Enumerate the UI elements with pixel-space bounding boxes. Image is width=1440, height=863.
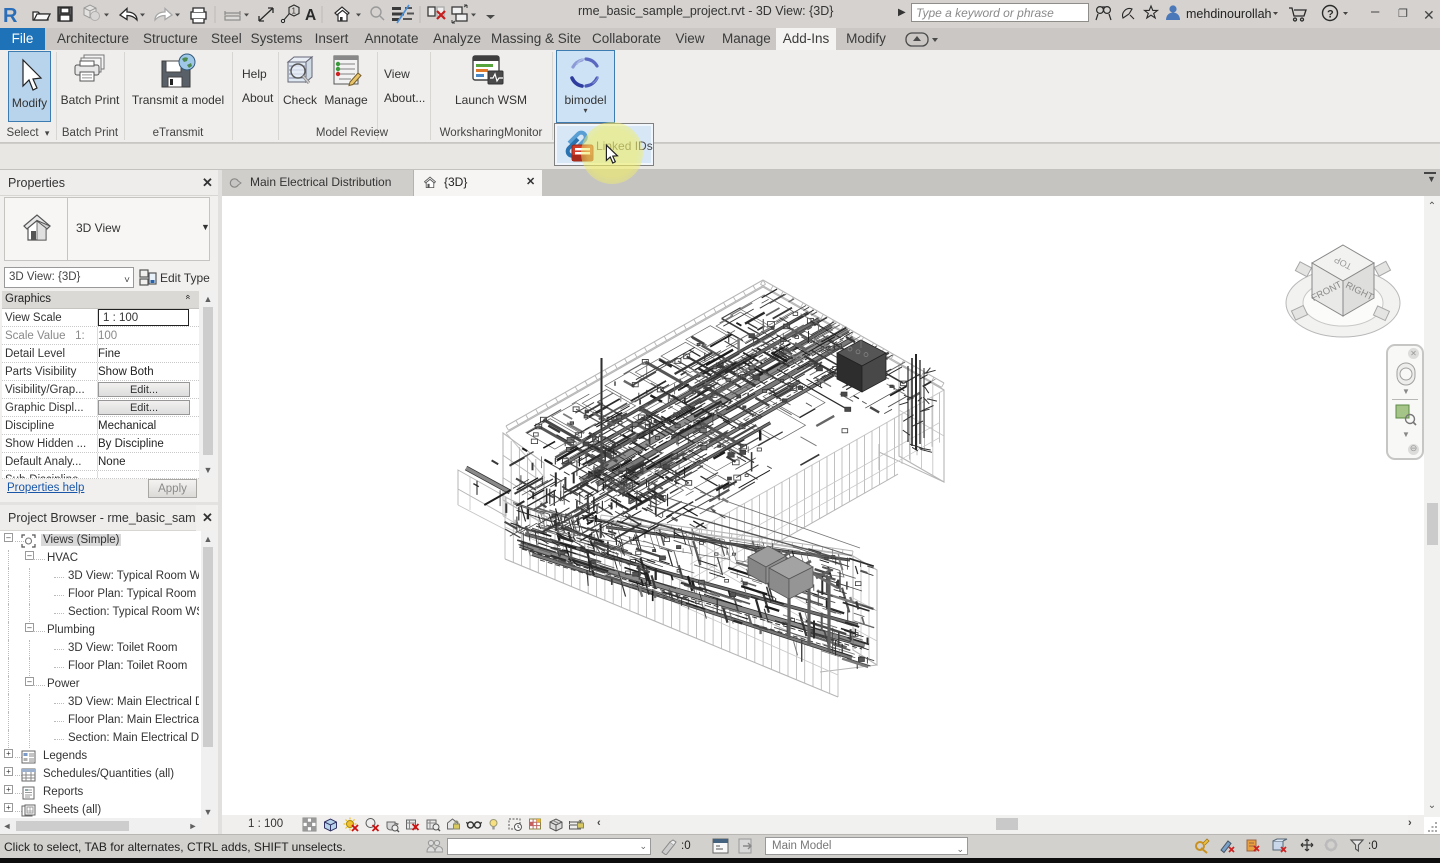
svg-text:A: A [305, 7, 316, 24]
svg-text:mehdinourollah: mehdinourollah [1186, 7, 1272, 21]
svg-text:?: ? [1327, 9, 1334, 21]
svg-text:1: 1 [292, 7, 297, 16]
svg-text:R: R [3, 5, 18, 27]
